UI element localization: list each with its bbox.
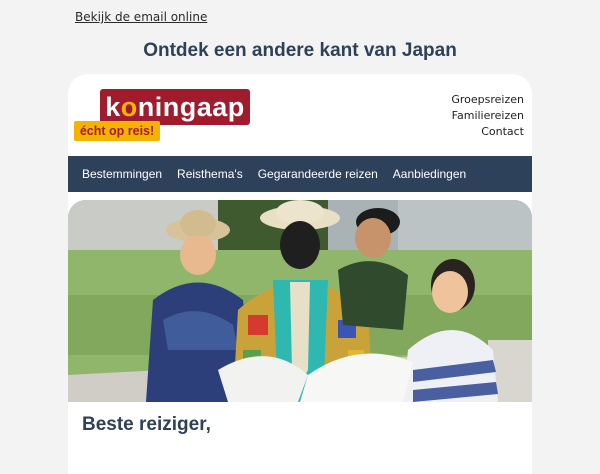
nav-bestemmingen[interactable]: Bestemmingen — [82, 167, 162, 181]
view-online-link[interactable]: Bekijk de email online — [75, 10, 207, 24]
logo-accent-letter: o — [120, 91, 138, 122]
logo-tagline: écht op reis! — [79, 124, 155, 138]
nav-aanbiedingen[interactable]: Aanbiedingen — [393, 167, 466, 181]
logo-wordmark-box: koningaap — [100, 89, 250, 125]
logo-wordmark: koningaap — [105, 91, 245, 122]
nav-gegarandeerde-reizen[interactable]: Gegarandeerde reizen — [258, 167, 378, 181]
link-familiereizen[interactable]: Familiereizen — [451, 108, 524, 124]
email-card: koningaap écht op reis! Groepsreizen Fam… — [68, 74, 532, 474]
hero-image[interactable] — [68, 200, 532, 402]
top-links: Groepsreizen Familiereizen Contact — [451, 92, 524, 140]
koningaap-logo[interactable]: koningaap écht op reis! — [74, 89, 250, 143]
main-nav: Bestemmingen Reisthema's Gegarandeerde r… — [68, 156, 532, 192]
link-groepsreizen[interactable]: Groepsreizen — [451, 92, 524, 108]
greeting: Beste reiziger, — [82, 414, 211, 435]
nav-reisthemas[interactable]: Reisthema's — [177, 167, 243, 181]
link-contact[interactable]: Contact — [451, 124, 524, 140]
email-headline: Ontdek een andere kant van Japan — [143, 40, 457, 61]
logo-tagline-box: écht op reis! — [74, 121, 160, 141]
